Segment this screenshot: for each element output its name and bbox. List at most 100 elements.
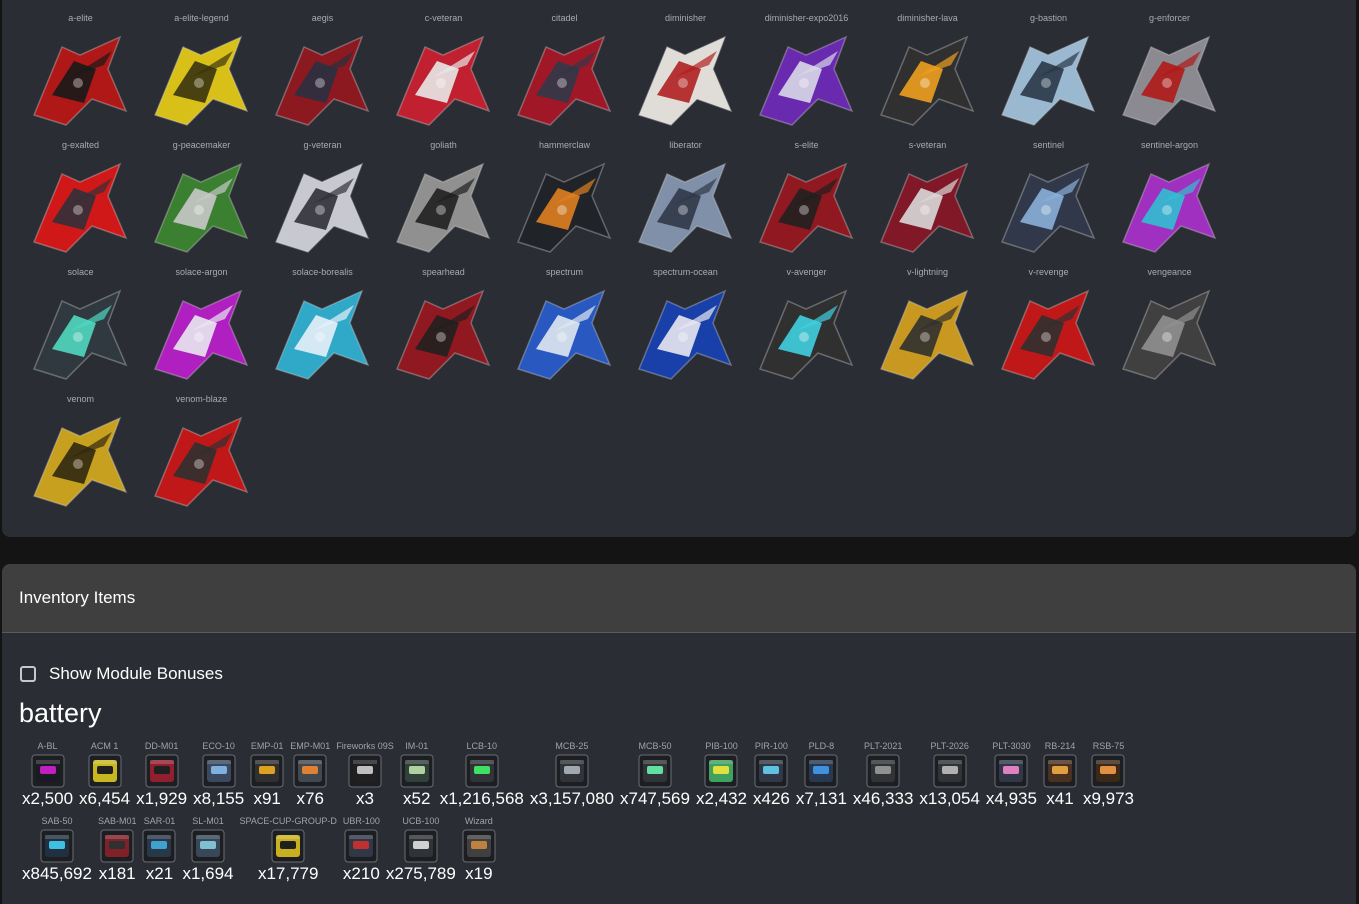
inventory-item-pld-8[interactable]: PLD-8 x7,131 [793, 740, 850, 809]
ship-image [758, 35, 854, 126]
ship-card-goliath[interactable]: goliath [383, 139, 504, 266]
inventory-item-mcb-50[interactable]: MCB-50 x747,569 [617, 740, 693, 809]
ship-card-spectrum[interactable]: spectrum [504, 266, 625, 393]
ship-card-g-peacemaker[interactable]: g-peacemaker [141, 139, 262, 266]
ship-card-aegis[interactable]: aegis [262, 12, 383, 139]
ship-name-label: sentinel [1032, 140, 1065, 150]
inventory-item-acm-1[interactable]: ACM 1 x6,454 [76, 740, 133, 809]
item-code-label: PIB-100 [705, 741, 738, 751]
ship-name-label: sentinel-argon [1140, 140, 1199, 150]
inventory-item-rsb-75[interactable]: RSB-75 x9,973 [1080, 740, 1137, 809]
ship-image [153, 416, 249, 507]
ship-card-solace[interactable]: solace [20, 266, 141, 393]
ship-card-c-veteran[interactable]: c-veteran [383, 12, 504, 139]
item-count: x3 [355, 789, 374, 808]
inventory-item-pib-100[interactable]: PIB-100 x2,432 [693, 740, 750, 809]
inventory-item-plt-2026[interactable]: PLT-2026 x13,054 [916, 740, 983, 809]
item-code-label: SPACE-CUP-GROUP-D [239, 816, 337, 826]
ship-card-s-veteran[interactable]: s-veteran [867, 139, 988, 266]
inventory-item-eco-10[interactable]: ECO-10 x8,155 [190, 740, 247, 809]
ship-card-spectrum-ocean[interactable]: spectrum-ocean [625, 266, 746, 393]
inventory-item-lcb-10[interactable]: LCB-10 x1,216,568 [437, 740, 527, 809]
ship-card-hammerclaw[interactable]: hammerclaw [504, 139, 625, 266]
inventory-item-plt-2021[interactable]: PLT-2021 x46,333 [850, 740, 917, 809]
ship-card-g-veteran[interactable]: g-veteran [262, 139, 383, 266]
item-code-label: SL-M01 [192, 816, 224, 826]
item-code-label: ECO-10 [202, 741, 235, 751]
ship-card-diminisher-expo2016[interactable]: diminisher-expo2016 [746, 12, 867, 139]
inventory-item-ubr-100[interactable]: UBR-100 x210 [340, 815, 383, 884]
ship-card-v-avenger[interactable]: v-avenger [746, 266, 867, 393]
ship-card-sentinel-argon[interactable]: sentinel-argon [1109, 139, 1230, 266]
show-module-bonuses-checkbox[interactable] [20, 666, 36, 682]
inventory-item-sl-m01[interactable]: SL-M01 x1,694 [179, 815, 236, 884]
inventory-item-im-01[interactable]: IM-01 x52 [397, 740, 437, 809]
ship-name-label: v-revenge [1028, 267, 1069, 277]
ship-card-venom-blaze[interactable]: venom-blaze [141, 393, 262, 520]
inventory-item-sab-50[interactable]: SAB-50 x845,692 [19, 815, 95, 884]
item-icon [866, 754, 900, 788]
item-icon [404, 829, 438, 863]
ship-image [32, 416, 128, 507]
ship-card-vengeance[interactable]: vengeance [1109, 266, 1230, 393]
ship-image [32, 289, 128, 380]
inventory-item-mcb-25[interactable]: MCB-25 x3,157,080 [527, 740, 617, 809]
ship-card-g-bastion[interactable]: g-bastion [988, 12, 1109, 139]
inventory-item-emp-m01[interactable]: EMP-M01 x76 [287, 740, 333, 809]
ship-card-solace-argon[interactable]: solace-argon [141, 266, 262, 393]
inventory-item-pir-100[interactable]: PIR-100 x426 [750, 740, 793, 809]
item-count: x1,216,568 [439, 789, 524, 808]
inventory-item-ucb-100[interactable]: UCB-100 x275,789 [383, 815, 459, 884]
inventory-item-fireworks-09s[interactable]: Fireworks 09S x3 [333, 740, 397, 809]
item-count: x6,454 [79, 789, 131, 808]
item-count: x91 [253, 789, 281, 808]
ship-card-g-enforcer[interactable]: g-enforcer [1109, 12, 1230, 139]
inventory-item-sab-m01[interactable]: SAB-M01 x181 [95, 815, 140, 884]
inventory-item-plt-3030[interactable]: PLT-3030 x4,935 [983, 740, 1040, 809]
inventory-item-wizard[interactable]: Wizard x19 [459, 815, 499, 884]
item-icon [88, 754, 122, 788]
item-icon [638, 754, 672, 788]
ship-card-spearhead[interactable]: spearhead [383, 266, 504, 393]
inventory-item-rb-214[interactable]: RB-214 x41 [1040, 740, 1080, 809]
ship-card-a-elite-legend[interactable]: a-elite-legend [141, 12, 262, 139]
inventory-item-a-bl[interactable]: A-BL x2,500 [19, 740, 76, 809]
ship-name-label: solace [67, 267, 94, 277]
ship-card-solace-borealis[interactable]: solace-borealis [262, 266, 383, 393]
ship-card-sentinel[interactable]: sentinel [988, 139, 1109, 266]
item-code-label: ACM 1 [90, 741, 119, 751]
inventory-item-sar-01[interactable]: SAR-01 x21 [139, 815, 179, 884]
item-icon [348, 754, 382, 788]
item-count: x13,054 [919, 789, 980, 808]
item-count: x17,779 [257, 864, 319, 883]
ship-image [153, 35, 249, 126]
ship-card-v-revenge[interactable]: v-revenge [988, 266, 1109, 393]
inventory-item-space-cup-group-d[interactable]: SPACE-CUP-GROUP-D x17,779 [237, 815, 340, 884]
ship-name-label: v-lightning [906, 267, 949, 277]
ship-card-liberator[interactable]: liberator [625, 139, 746, 266]
item-code-label: PIR-100 [754, 741, 788, 751]
inventory-item-dd-m01[interactable]: DD-M01 x1,929 [133, 740, 190, 809]
item-code-label: UBR-100 [342, 816, 380, 826]
ship-name-label: goliath [430, 140, 457, 150]
ship-card-v-lightning[interactable]: v-lightning [867, 266, 988, 393]
ship-card-diminisher-lava[interactable]: diminisher-lava [867, 12, 988, 139]
ship-image [516, 35, 612, 126]
ship-card-a-elite[interactable]: a-elite [20, 12, 141, 139]
ship-image [153, 289, 249, 380]
ship-card-g-exalted[interactable]: g-exalted [20, 139, 141, 266]
ship-name-label: g-exalted [61, 140, 100, 150]
ship-card-s-elite[interactable]: s-elite [746, 139, 867, 266]
ship-card-diminisher[interactable]: diminisher [625, 12, 746, 139]
ship-name-label: spectrum [545, 267, 583, 277]
ship-card-venom[interactable]: venom [20, 393, 141, 520]
inventory-panel: Inventory Items Show Module Bonuses batt… [2, 564, 1356, 904]
inventory-item-emp-01[interactable]: EMP-01 x91 [247, 740, 287, 809]
item-code-label: RB-214 [1044, 741, 1076, 751]
item-icon [704, 754, 738, 788]
ship-name-label: spearhead [422, 267, 465, 277]
item-count: x4,935 [985, 789, 1037, 808]
show-module-bonuses-toggle[interactable]: Show Module Bonuses [20, 664, 223, 684]
ship-card-citadel[interactable]: citadel [504, 12, 625, 139]
item-count: x9,973 [1082, 789, 1135, 808]
